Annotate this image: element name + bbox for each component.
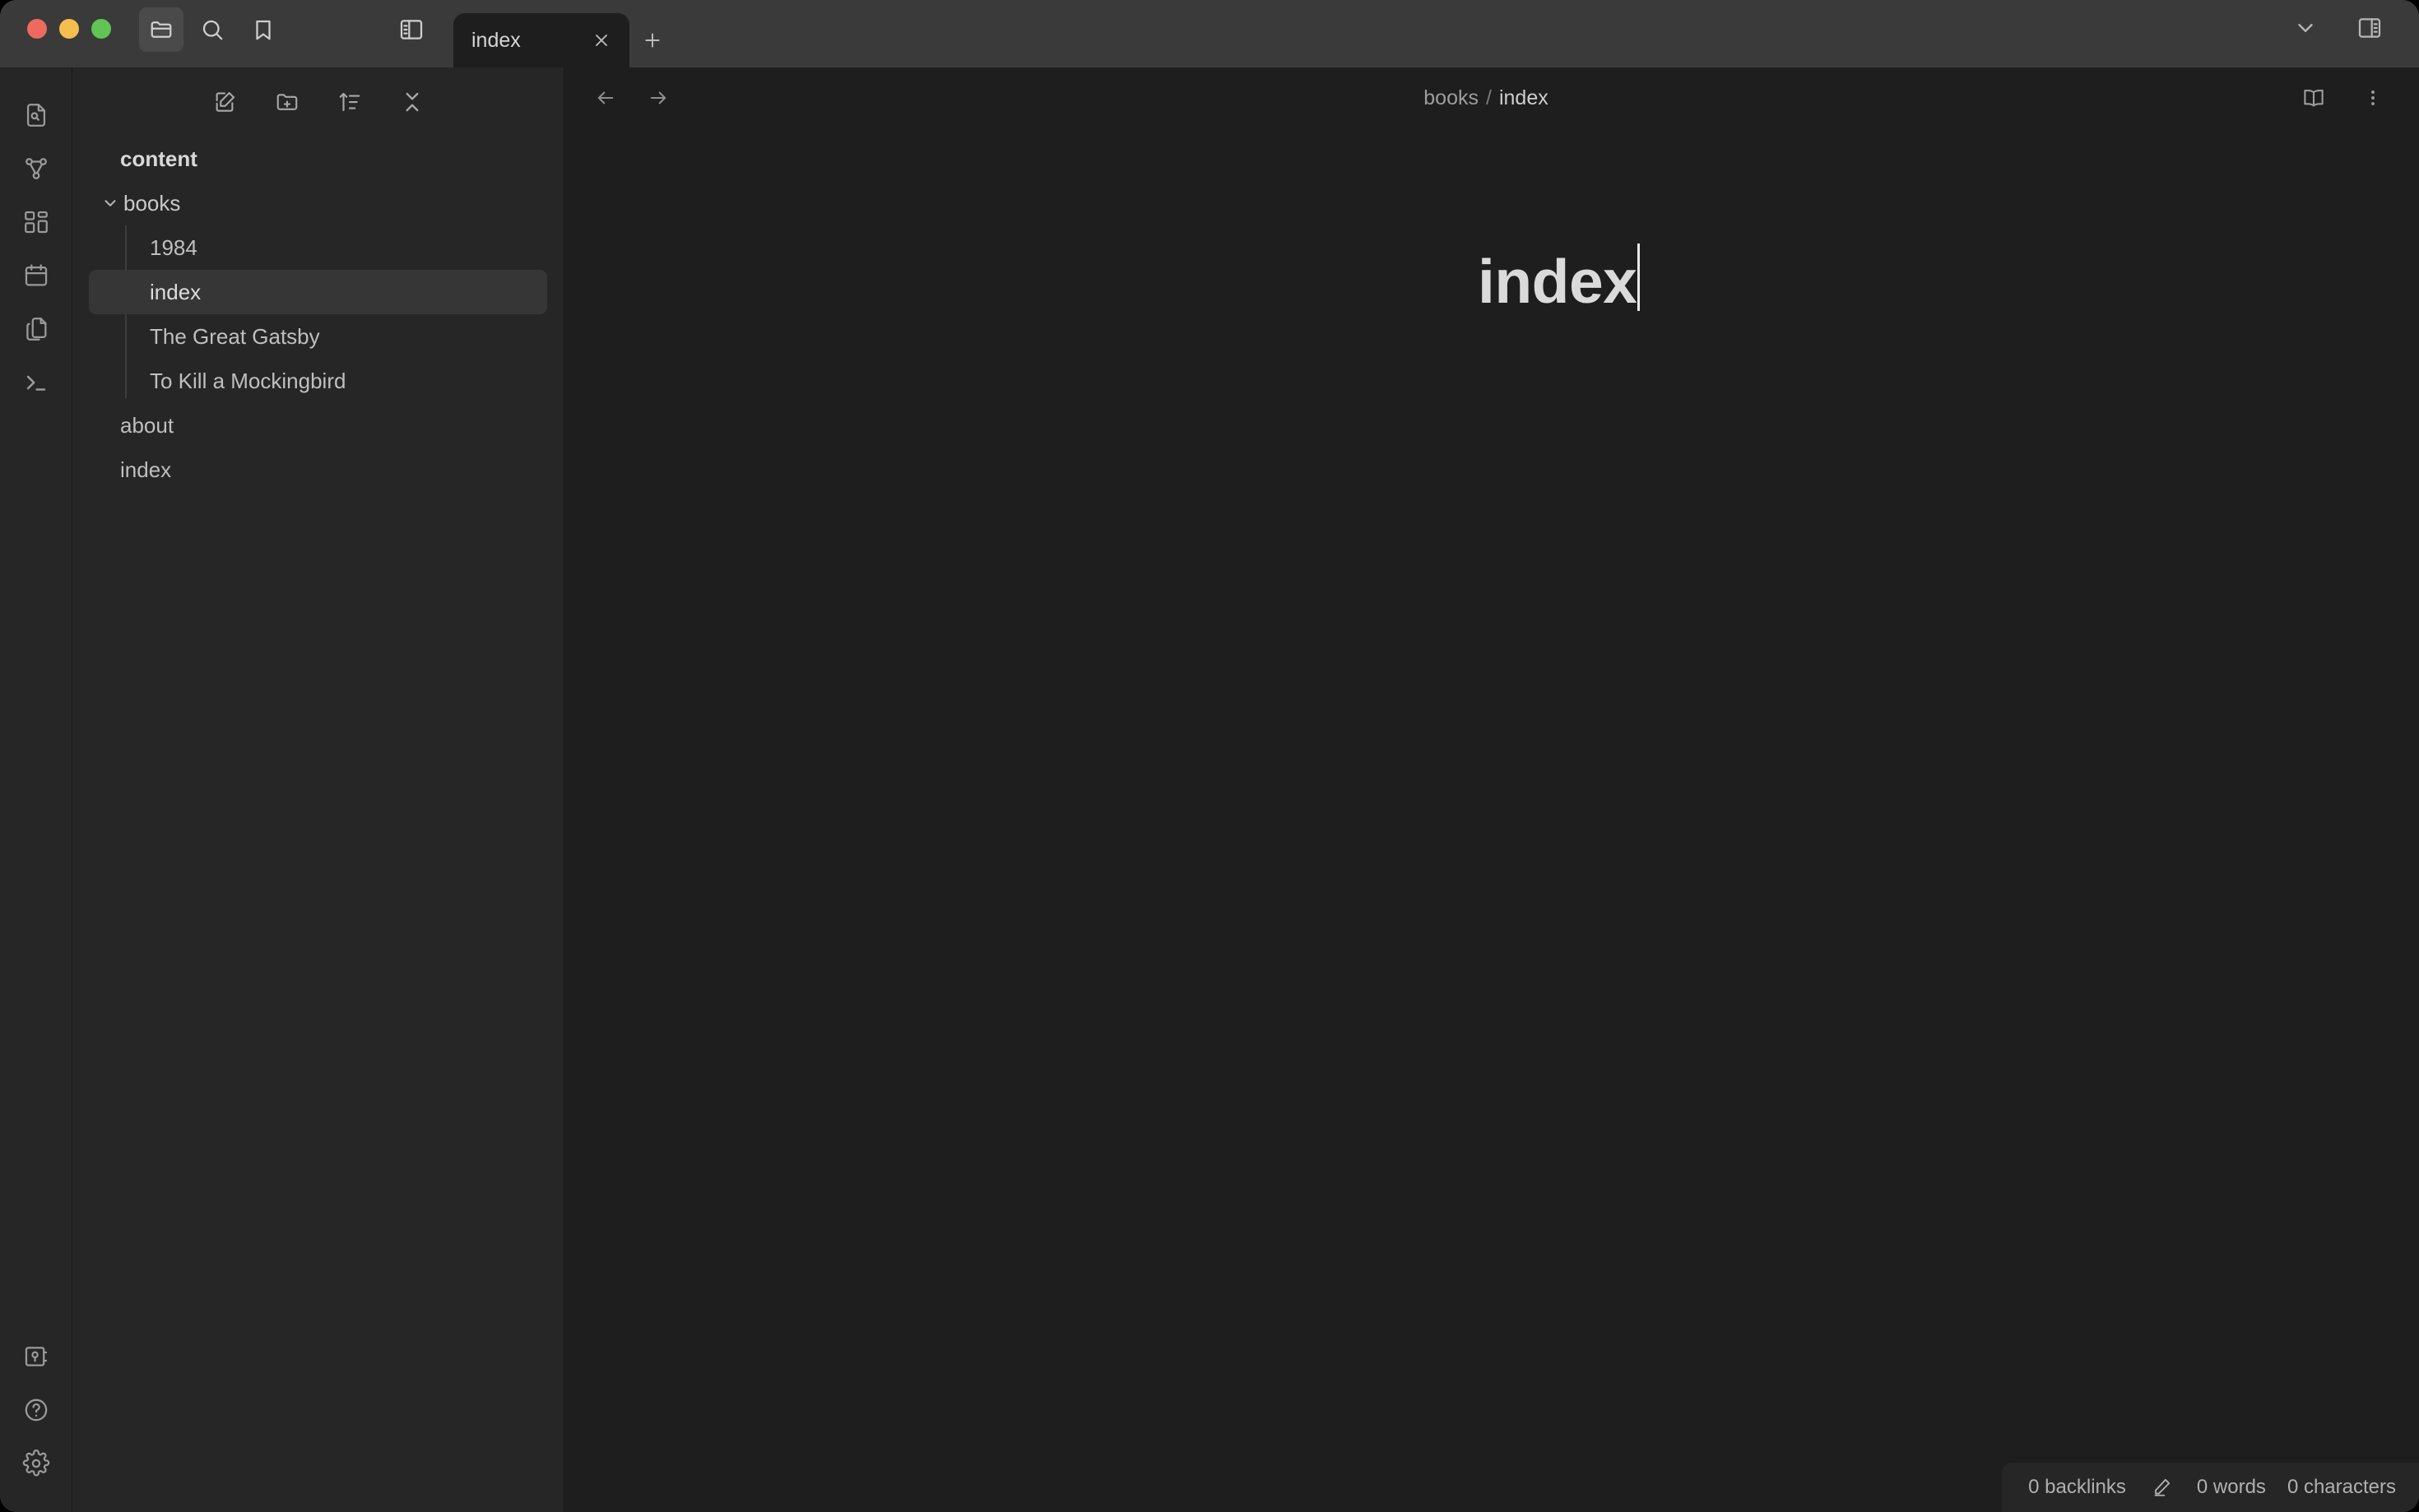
reading-view-icon[interactable] bbox=[2296, 80, 2332, 116]
collapse-all-icon[interactable] bbox=[391, 81, 434, 123]
ribbon-sidebar bbox=[0, 67, 72, 1512]
file-search-icon[interactable] bbox=[10, 89, 63, 141]
file-label-the-great-gatsby: The Great Gatsby bbox=[150, 323, 320, 349]
graph-view-icon[interactable] bbox=[10, 142, 63, 195]
breadcrumb-parent[interactable]: books bbox=[1423, 86, 1479, 110]
files-copy-icon[interactable] bbox=[10, 303, 63, 355]
window-maximize-button[interactable] bbox=[91, 19, 111, 39]
status-bar: 0 backlinks 0 words 0 characters bbox=[2002, 1463, 2419, 1512]
file-row-the-great-gatsby[interactable]: The Great Gatsby bbox=[89, 314, 547, 359]
sort-icon[interactable] bbox=[328, 81, 371, 123]
character-count: 0 characters bbox=[2287, 1476, 2396, 1498]
arrow-left-icon[interactable] bbox=[587, 80, 624, 116]
tab-label: index bbox=[471, 28, 521, 52]
file-explorer-toolbar bbox=[72, 67, 564, 130]
word-count: 0 words bbox=[2196, 1476, 2266, 1498]
file-label-1984: 1984 bbox=[150, 234, 197, 260]
new-folder-icon[interactable] bbox=[266, 81, 309, 123]
note-title[interactable]: index bbox=[1478, 251, 1637, 313]
editor-pane: books / index index 0 backlinks 0 words … bbox=[564, 67, 2419, 1512]
folder-label-books: books bbox=[123, 190, 181, 216]
file-label-index: index bbox=[120, 457, 172, 482]
editor-content-area[interactable]: index bbox=[564, 128, 2419, 1512]
file-row-to-kill-a-mockingbird[interactable]: To Kill a Mockingbird bbox=[89, 359, 547, 403]
terminal-icon[interactable] bbox=[10, 356, 63, 409]
calendar-icon[interactable] bbox=[10, 249, 63, 302]
file-row-books-index[interactable]: index bbox=[89, 270, 547, 314]
note-title-wrap: index bbox=[1478, 235, 2419, 313]
search-icon[interactable] bbox=[190, 7, 234, 52]
breadcrumb[interactable]: books / index bbox=[676, 86, 2296, 110]
traffic-lights bbox=[0, 0, 111, 67]
app-body: content books 1984 index The Great Gatsb… bbox=[0, 67, 2419, 1512]
window-close-button[interactable] bbox=[27, 19, 47, 39]
new-note-icon[interactable] bbox=[203, 81, 246, 123]
text-cursor bbox=[1637, 243, 1641, 311]
tab-index[interactable]: index bbox=[453, 13, 629, 67]
titlebar: index bbox=[0, 0, 2419, 67]
folder-row-books[interactable]: books bbox=[89, 181, 547, 225]
canvas-icon[interactable] bbox=[10, 196, 63, 248]
chevron-down-icon[interactable] bbox=[97, 190, 123, 216]
titlebar-left-buttons bbox=[139, 0, 434, 67]
right-sidebar-toggle-icon[interactable] bbox=[2348, 8, 2391, 48]
new-tab-button[interactable] bbox=[629, 13, 676, 67]
file-row-about[interactable]: about bbox=[89, 403, 547, 448]
more-options-icon[interactable] bbox=[2355, 80, 2391, 116]
window-minimize-button[interactable] bbox=[59, 19, 79, 39]
vault-icon[interactable] bbox=[10, 1330, 63, 1383]
obsidian-window: index content books 1984 index The Great… bbox=[0, 0, 2419, 1512]
arrow-right-icon[interactable] bbox=[640, 80, 676, 116]
view-actions bbox=[2296, 80, 2391, 116]
tab-strip: index bbox=[453, 0, 2284, 67]
help-icon[interactable] bbox=[10, 1384, 63, 1436]
file-label-about: about bbox=[120, 412, 174, 438]
file-tree: content books 1984 index The Great Gatsb… bbox=[72, 130, 564, 1512]
file-label-to-kill-a-mockingbird: To Kill a Mockingbird bbox=[150, 368, 346, 393]
breadcrumb-separator: / bbox=[1486, 86, 1492, 109]
file-explorer: content books 1984 index The Great Gatsb… bbox=[72, 67, 564, 1512]
folder-icon[interactable] bbox=[139, 7, 183, 52]
bookmark-icon[interactable] bbox=[241, 7, 286, 52]
pencil-icon[interactable] bbox=[2147, 1473, 2175, 1501]
chevron-down-icon[interactable] bbox=[2284, 8, 2327, 48]
close-icon[interactable] bbox=[587, 26, 616, 55]
file-label-books-index: index bbox=[150, 279, 202, 304]
backlinks-count[interactable]: 0 backlinks bbox=[2028, 1476, 2126, 1499]
settings-gear-icon[interactable] bbox=[10, 1437, 63, 1490]
breadcrumb-current[interactable]: index bbox=[1499, 86, 1548, 110]
folder-children-books: 1984 index The Great Gatsby To Kill a Mo… bbox=[89, 225, 547, 403]
file-row-index[interactable]: index bbox=[89, 448, 547, 492]
navigation-arrows bbox=[587, 80, 676, 116]
left-sidebar-toggle-icon[interactable] bbox=[389, 7, 434, 52]
view-header: books / index bbox=[564, 67, 2419, 128]
vault-name-row: content bbox=[89, 137, 547, 181]
file-row-1984[interactable]: 1984 bbox=[89, 225, 547, 270]
vault-name-label: content bbox=[120, 146, 197, 171]
titlebar-right-buttons bbox=[2284, 0, 2419, 67]
